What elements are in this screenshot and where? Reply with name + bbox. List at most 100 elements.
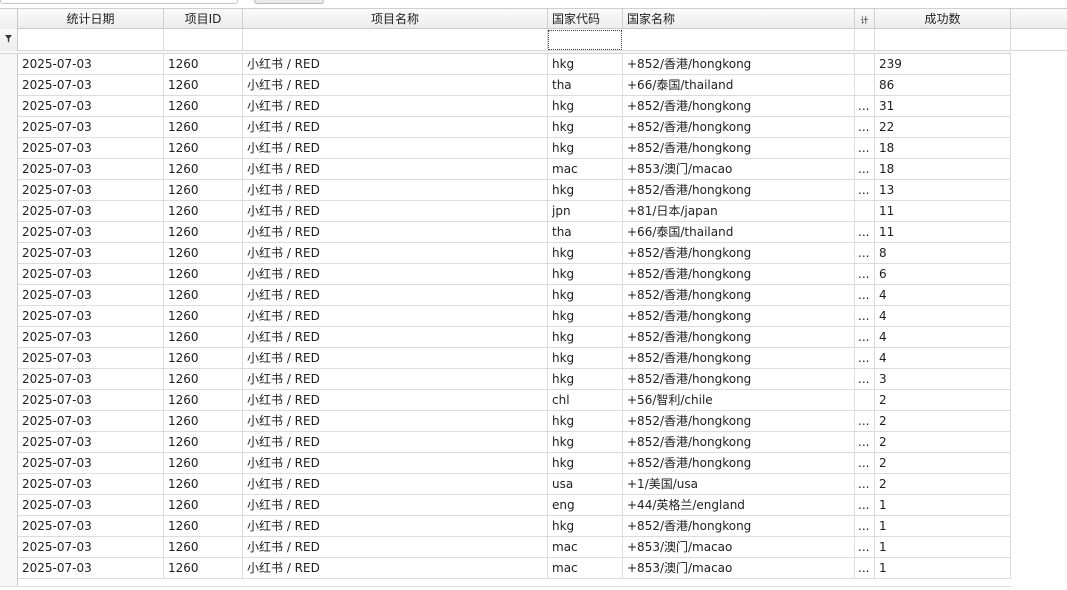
cell-success-count[interactable]: 86 <box>875 75 1011 95</box>
toolbar-input[interactable] <box>0 0 238 4</box>
cell-success-count[interactable]: 6 <box>875 264 1011 284</box>
cell-country-name[interactable]: +81/日本/japan <box>623 201 855 221</box>
cell-project-name[interactable]: 小红书 / RED <box>243 138 548 158</box>
cell-country-code[interactable]: hkg <box>548 411 623 431</box>
cell-date[interactable]: 2025-07-03 <box>18 411 164 431</box>
cell-project-name[interactable]: 小红书 / RED <box>243 264 548 284</box>
cell-country-name[interactable]: +852/香港/hongkong <box>623 117 855 137</box>
cell-extra[interactable]: ... <box>855 264 875 284</box>
cell-success-count[interactable]: 11 <box>875 201 1011 221</box>
cell-country-code[interactable]: hkg <box>548 348 623 368</box>
table-row[interactable]: 2025-07-03 1260 小红书 / RED mac +853/澳门/macao.… <box>18 537 1011 558</box>
cell-extra[interactable]: ... <box>855 369 875 389</box>
table-row[interactable]: 2025-07-03 1260 小红书 / RED hkg +852/香港/hongko… <box>18 138 1011 159</box>
filter-cell-country-name[interactable] <box>623 29 855 51</box>
table-row[interactable]: 2025-07-03 1260 小红书 / RED hkg +852/香港/hongko… <box>18 411 1011 432</box>
cell-country-code[interactable]: hkg <box>548 117 623 137</box>
cell-country-code[interactable]: hkg <box>548 369 623 389</box>
cell-project-id[interactable]: 1260 <box>164 306 243 326</box>
table-row[interactable]: 2025-07-03 1260 小红书 / RED hkg +852/香港/hongko… <box>18 54 1011 75</box>
table-row[interactable]: 2025-07-03 1260 小红书 / RED chl +56/智利/chile 2 <box>18 390 1011 411</box>
cell-project-id[interactable]: 1260 <box>164 558 243 578</box>
cell-success-count[interactable]: 2 <box>875 453 1011 473</box>
cell-project-id[interactable]: 1260 <box>164 474 243 494</box>
cell-date[interactable]: 2025-07-03 <box>18 201 164 221</box>
cell-project-id[interactable]: 1260 <box>164 432 243 452</box>
cell-project-name[interactable]: 小红书 / RED <box>243 243 548 263</box>
cell-project-name[interactable]: 小红书 / RED <box>243 96 548 116</box>
cell-success-count[interactable]: 4 <box>875 327 1011 347</box>
cell-country-name[interactable]: +852/香港/hongkong <box>623 285 855 305</box>
cell-success-count[interactable]: 2 <box>875 390 1011 410</box>
cell-country-code[interactable]: chl <box>548 390 623 410</box>
cell-extra[interactable]: ... <box>855 285 875 305</box>
cell-country-name[interactable]: +852/香港/hongkong <box>623 453 855 473</box>
cell-country-code[interactable]: jpn <box>548 201 623 221</box>
cell-success-count[interactable]: 4 <box>875 306 1011 326</box>
cell-date[interactable]: 2025-07-03 <box>18 96 164 116</box>
cell-country-name[interactable]: +852/香港/hongkong <box>623 306 855 326</box>
cell-country-code[interactable]: hkg <box>548 285 623 305</box>
cell-project-id[interactable]: 1260 <box>164 285 243 305</box>
cell-project-id[interactable]: 1260 <box>164 201 243 221</box>
cell-country-code[interactable]: hkg <box>548 516 623 536</box>
cell-date[interactable]: 2025-07-03 <box>18 453 164 473</box>
cell-extra[interactable]: ... <box>855 96 875 116</box>
cell-success-count[interactable]: 18 <box>875 138 1011 158</box>
table-row[interactable]: 2025-07-03 1260 小红书 / RED hkg +852/香港/hongko… <box>18 516 1011 537</box>
cell-extra[interactable]: ... <box>855 537 875 557</box>
cell-project-id[interactable]: 1260 <box>164 453 243 473</box>
cell-success-count[interactable]: 18 <box>875 159 1011 179</box>
filter-cell-project-name[interactable] <box>243 29 548 51</box>
cell-success-count[interactable]: 11 <box>875 222 1011 242</box>
cell-country-name[interactable]: +852/香港/hongkong <box>623 138 855 158</box>
cell-project-id[interactable]: 1260 <box>164 264 243 284</box>
cell-country-name[interactable]: +853/澳门/macao <box>623 558 855 578</box>
cell-extra[interactable]: ... <box>855 411 875 431</box>
cell-extra[interactable]: ... <box>855 117 875 137</box>
cell-date[interactable]: 2025-07-03 <box>18 54 164 74</box>
cell-country-name[interactable]: +852/香港/hongkong <box>623 432 855 452</box>
column-header-extra[interactable]: 计 <box>855 9 875 30</box>
cell-project-id[interactable]: 1260 <box>164 243 243 263</box>
cell-project-id[interactable]: 1260 <box>164 327 243 347</box>
table-row[interactable]: 2025-07-03 1260 小红书 / RED hkg +852/香港/hongko… <box>18 264 1011 285</box>
cell-project-name[interactable]: 小红书 / RED <box>243 453 548 473</box>
cell-date[interactable]: 2025-07-03 <box>18 222 164 242</box>
filter-cell-country-code[interactable] <box>548 30 622 50</box>
cell-date[interactable]: 2025-07-03 <box>18 369 164 389</box>
filter-cell-date[interactable] <box>18 29 164 51</box>
cell-date[interactable]: 2025-07-03 <box>18 495 164 515</box>
cell-country-code[interactable]: tha <box>548 75 623 95</box>
cell-date[interactable]: 2025-07-03 <box>18 474 164 494</box>
cell-project-name[interactable]: 小红书 / RED <box>243 348 548 368</box>
cell-extra[interactable] <box>855 75 875 95</box>
filter-cell-extra[interactable] <box>855 29 875 51</box>
cell-extra[interactable]: ... <box>855 495 875 515</box>
table-row[interactable]: 2025-07-03 1260 小红书 / RED tha +66/泰国/thailan… <box>18 75 1011 96</box>
table-row[interactable]: 2025-07-03 1260 小红书 / RED hkg +852/香港/hongko… <box>18 453 1011 474</box>
cell-date[interactable]: 2025-07-03 <box>18 537 164 557</box>
cell-project-id[interactable]: 1260 <box>164 411 243 431</box>
cell-country-code[interactable]: hkg <box>548 138 623 158</box>
cell-extra[interactable]: ... <box>855 453 875 473</box>
cell-country-code[interactable]: mac <box>548 159 623 179</box>
cell-extra[interactable] <box>855 201 875 221</box>
table-row[interactable]: 2025-07-03 1260 小红书 / RED tha +66/泰国/thailan… <box>18 222 1011 243</box>
table-row[interactable]: 2025-07-03 1260 小红书 / RED hkg +852/香港/hongko… <box>18 327 1011 348</box>
cell-success-count[interactable]: 1 <box>875 558 1011 578</box>
cell-success-count[interactable]: 31 <box>875 96 1011 116</box>
cell-date[interactable]: 2025-07-03 <box>18 159 164 179</box>
cell-success-count[interactable]: 22 <box>875 117 1011 137</box>
cell-date[interactable]: 2025-07-03 <box>18 306 164 326</box>
table-row[interactable]: 2025-07-03 1260 小红书 / RED hkg +852/香港/hongko… <box>18 369 1011 390</box>
cell-success-count[interactable]: 1 <box>875 516 1011 536</box>
cell-date[interactable]: 2025-07-03 <box>18 390 164 410</box>
cell-project-id[interactable]: 1260 <box>164 54 243 74</box>
cell-date[interactable]: 2025-07-03 <box>18 348 164 368</box>
table-row[interactable]: 2025-07-03 1260 小红书 / RED hkg +852/香港/hongko… <box>18 96 1011 117</box>
cell-date[interactable]: 2025-07-03 <box>18 117 164 137</box>
cell-date[interactable]: 2025-07-03 <box>18 180 164 200</box>
cell-date[interactable]: 2025-07-03 <box>18 75 164 95</box>
cell-date[interactable]: 2025-07-03 <box>18 138 164 158</box>
